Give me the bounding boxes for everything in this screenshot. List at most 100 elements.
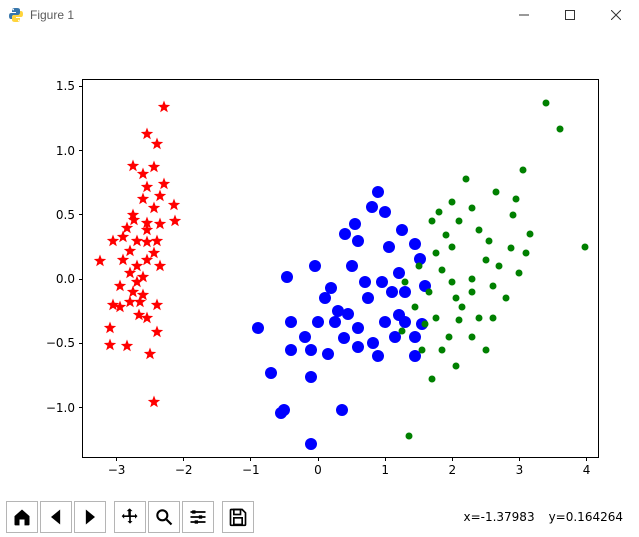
data-point-blue-circles bbox=[252, 322, 264, 334]
data-point-red-stars bbox=[154, 217, 167, 230]
data-point-red-stars bbox=[113, 279, 126, 292]
data-point-red-stars bbox=[107, 298, 120, 311]
data-point-green-dots bbox=[445, 333, 452, 340]
data-point-blue-circles bbox=[366, 201, 378, 213]
data-point-blue-circles bbox=[305, 438, 317, 450]
data-point-green-dots bbox=[503, 295, 510, 302]
data-point-green-dots bbox=[449, 278, 456, 285]
window-minimize-button[interactable] bbox=[501, 0, 547, 30]
data-point-red-stars bbox=[103, 321, 116, 334]
data-point-green-dots bbox=[556, 125, 563, 132]
y-tick-label: 1.5 bbox=[56, 79, 83, 93]
back-button[interactable] bbox=[40, 501, 72, 533]
data-point-green-dots bbox=[442, 232, 449, 239]
data-point-green-dots bbox=[398, 327, 405, 334]
data-point-red-stars bbox=[150, 138, 163, 151]
data-point-blue-circles bbox=[329, 316, 341, 328]
data-point-blue-circles bbox=[399, 286, 411, 298]
data-point-blue-circles bbox=[359, 276, 371, 288]
data-point-blue-circles bbox=[275, 407, 287, 419]
forward-button[interactable] bbox=[74, 501, 106, 533]
home-button[interactable] bbox=[6, 501, 38, 533]
data-point-red-stars bbox=[154, 260, 167, 273]
data-point-green-dots bbox=[439, 267, 446, 274]
data-point-red-stars bbox=[147, 247, 160, 260]
data-point-green-dots bbox=[452, 363, 459, 370]
data-point-red-stars bbox=[134, 296, 147, 309]
data-point-red-stars bbox=[140, 224, 153, 237]
data-point-green-dots bbox=[425, 288, 432, 295]
data-point-green-dots bbox=[402, 278, 409, 285]
window-maximize-button[interactable] bbox=[547, 0, 593, 30]
data-point-green-dots bbox=[449, 199, 456, 206]
x-tick-label: 4 bbox=[583, 457, 591, 477]
cursor-coordinates: x=-1.37983 y=0.164264 bbox=[463, 510, 633, 524]
window-title: Figure 1 bbox=[30, 8, 74, 22]
data-point-blue-circles bbox=[305, 344, 317, 356]
figure-canvas[interactable]: −3−2−101234−1.0−0.50.00.51.01.5 bbox=[0, 30, 639, 497]
data-point-green-dots bbox=[496, 263, 503, 270]
data-point-blue-circles bbox=[349, 218, 361, 230]
plot-axes: −3−2−101234−1.0−0.50.00.51.01.5 bbox=[82, 79, 599, 458]
x-tick-label: −1 bbox=[242, 457, 260, 477]
window-titlebar: Figure 1 bbox=[0, 0, 639, 30]
data-point-green-dots bbox=[432, 314, 439, 321]
data-point-red-stars bbox=[147, 202, 160, 215]
data-point-blue-circles bbox=[372, 186, 384, 198]
data-point-green-dots bbox=[519, 166, 526, 173]
data-point-red-stars bbox=[150, 325, 163, 338]
pan-button[interactable] bbox=[114, 501, 146, 533]
data-point-green-dots bbox=[476, 227, 483, 234]
data-point-green-dots bbox=[405, 432, 412, 439]
data-point-blue-circles bbox=[339, 228, 351, 240]
data-point-blue-circles bbox=[352, 341, 364, 353]
data-point-blue-circles bbox=[399, 316, 411, 328]
data-point-green-dots bbox=[429, 218, 436, 225]
data-point-blue-circles bbox=[393, 267, 405, 279]
x-tick-label: 1 bbox=[381, 457, 389, 477]
data-point-red-stars bbox=[154, 189, 167, 202]
data-point-blue-circles bbox=[409, 331, 421, 343]
subplots-button[interactable] bbox=[182, 501, 214, 533]
data-point-green-dots bbox=[419, 346, 426, 353]
data-point-blue-circles bbox=[305, 371, 317, 383]
data-point-green-dots bbox=[456, 317, 463, 324]
data-point-green-dots bbox=[482, 256, 489, 263]
data-point-blue-circles bbox=[379, 206, 391, 218]
data-point-red-stars bbox=[117, 253, 130, 266]
y-tick-label: −0.5 bbox=[46, 336, 83, 350]
data-point-green-dots bbox=[509, 211, 516, 218]
save-button[interactable] bbox=[222, 501, 254, 533]
data-point-blue-circles bbox=[396, 224, 408, 236]
data-point-blue-circles bbox=[319, 292, 331, 304]
data-point-red-stars bbox=[93, 255, 106, 268]
data-point-red-stars bbox=[147, 161, 160, 174]
zoom-button[interactable] bbox=[148, 501, 180, 533]
x-tick-label: 2 bbox=[448, 457, 456, 477]
data-point-blue-circles bbox=[285, 344, 297, 356]
data-point-green-dots bbox=[469, 205, 476, 212]
data-point-green-dots bbox=[489, 282, 496, 289]
data-point-green-dots bbox=[412, 304, 419, 311]
data-point-green-dots bbox=[476, 314, 483, 321]
data-point-red-stars bbox=[127, 160, 140, 173]
data-point-blue-circles bbox=[362, 292, 374, 304]
data-point-blue-circles bbox=[352, 322, 364, 334]
data-point-green-dots bbox=[582, 244, 589, 251]
data-point-red-stars bbox=[167, 198, 180, 211]
data-point-blue-circles bbox=[309, 260, 321, 272]
data-point-red-stars bbox=[140, 180, 153, 193]
data-point-red-stars bbox=[120, 339, 133, 352]
window-close-button[interactable] bbox=[593, 0, 639, 30]
data-point-blue-circles bbox=[281, 271, 293, 283]
data-point-green-dots bbox=[456, 218, 463, 225]
y-tick-label: −1.0 bbox=[46, 401, 83, 415]
data-point-green-dots bbox=[482, 346, 489, 353]
matplotlib-toolbar: x=-1.37983 y=0.164264 bbox=[0, 497, 639, 537]
data-point-red-stars bbox=[168, 215, 181, 228]
python-app-icon bbox=[8, 7, 24, 23]
data-point-red-stars bbox=[128, 214, 141, 227]
cursor-y: y=0.164264 bbox=[549, 510, 623, 524]
data-point-green-dots bbox=[523, 250, 530, 257]
data-point-blue-circles bbox=[372, 350, 384, 362]
